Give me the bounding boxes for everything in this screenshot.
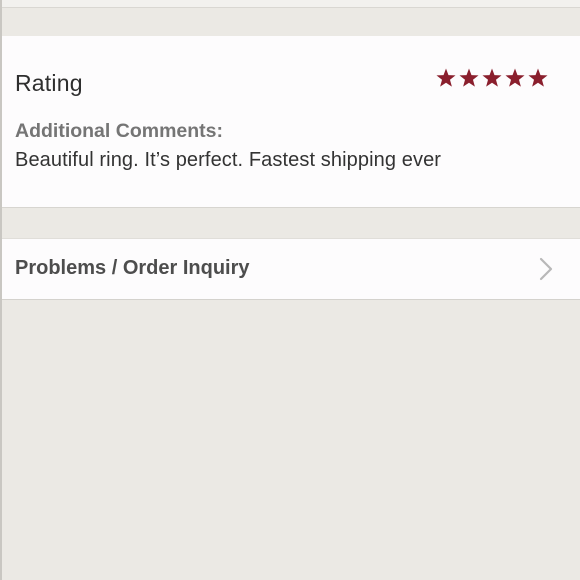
- star-filled-icon: [459, 68, 479, 88]
- top-edge-divider: [0, 0, 580, 8]
- chevron-right-icon: [539, 257, 553, 286]
- star-filled-icon: [436, 68, 456, 88]
- review-card: Rating Additional Comments: Beautiful ri…: [2, 36, 580, 208]
- star-filled-icon: [505, 68, 525, 88]
- rating-label: Rating: [15, 70, 83, 96]
- star-rating: [436, 68, 548, 88]
- star-filled-icon: [482, 68, 502, 88]
- order-inquiry-row[interactable]: Problems / Order Inquiry: [2, 238, 580, 300]
- order-inquiry-label: Problems / Order Inquiry: [15, 257, 250, 279]
- additional-comments-text: Beautiful ring. It’s perfect. Fastest sh…: [15, 149, 442, 171]
- star-filled-icon: [528, 68, 548, 88]
- additional-comments-heading: Additional Comments:: [15, 120, 223, 142]
